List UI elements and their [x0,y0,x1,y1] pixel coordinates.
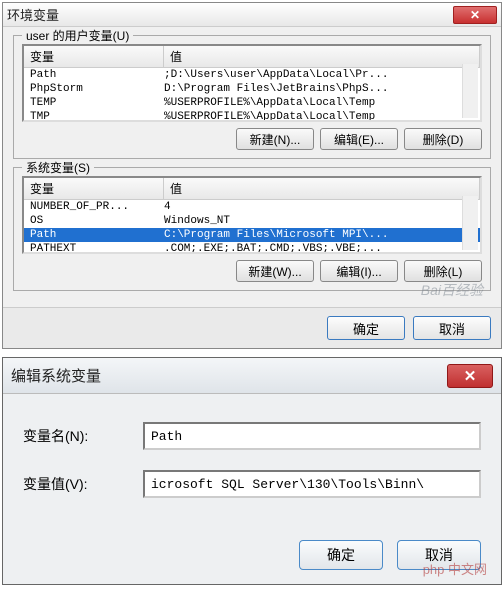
list-header: 变量 值 [24,46,480,68]
close-icon: ✕ [464,367,477,385]
edit-user-var-button[interactable]: 编辑(E)... [320,128,398,150]
close-icon: ✕ [470,8,480,22]
list-row[interactable]: OSWindows_NT [24,214,480,228]
list-row[interactable]: NUMBER_OF_PR...4 [24,200,480,214]
ok-button[interactable]: 确定 [327,316,405,340]
cancel-button[interactable]: 取消 [397,540,481,570]
sys-group-label: 系统变量(S) [22,159,94,176]
env-vars-dialog: 环境变量 ✕ user 的用户变量(U) 变量 值 Path;D:\Users\… [2,2,502,349]
col-value[interactable]: 值 [164,178,480,199]
list-row[interactable]: PhpStormD:\Program Files\JetBrains\PhpS.… [24,82,480,96]
col-variable[interactable]: 变量 [24,178,164,199]
scrollbar[interactable] [462,196,478,250]
dialog-body: user 的用户变量(U) 变量 值 Path;D:\Users\user\Ap… [3,27,501,307]
delete-user-var-button[interactable]: 删除(D) [404,128,482,150]
title-text: 环境变量 [7,5,453,24]
scrollbar[interactable] [462,64,478,118]
dialog-body: 变量名(N): 变量值(V): [3,394,501,534]
col-variable[interactable]: 变量 [24,46,164,67]
list-row[interactable]: TMP%USERPROFILE%\AppData\Local\Temp [24,110,480,122]
new-sys-var-button[interactable]: 新建(W)... [236,260,314,282]
close-button[interactable]: ✕ [447,364,493,388]
ok-button[interactable]: 确定 [299,540,383,570]
titlebar[interactable]: 编辑系统变量 ✕ [3,358,501,394]
sys-vars-group: 系统变量(S) 变量 值 NUMBER_OF_PR...4 OSWindows_… [13,167,491,291]
list-row[interactable]: PATHEXT.COM;.EXE;.BAT;.CMD;.VBS;.VBE;... [24,242,480,254]
user-vars-group: user 的用户变量(U) 变量 值 Path;D:\Users\user\Ap… [13,35,491,159]
close-button[interactable]: ✕ [453,6,497,24]
col-value[interactable]: 值 [164,46,480,67]
var-name-input[interactable] [143,422,481,450]
dialog-footer: 确定 取消 [3,534,501,584]
sys-vars-list[interactable]: 变量 值 NUMBER_OF_PR...4 OSWindows_NT PathC… [22,176,482,254]
list-row[interactable]: Path;D:\Users\user\AppData\Local\Pr... [24,68,480,82]
var-name-label: 变量名(N): [23,426,143,446]
titlebar[interactable]: 环境变量 ✕ [3,3,501,27]
new-user-var-button[interactable]: 新建(N)... [236,128,314,150]
var-name-row: 变量名(N): [23,422,481,450]
user-vars-list[interactable]: 变量 值 Path;D:\Users\user\AppData\Local\Pr… [22,44,482,122]
edit-sys-var-dialog: 编辑系统变量 ✕ 变量名(N): 变量值(V): 确定 取消 php 中文网 [2,357,502,585]
dialog-footer: 确定 取消 [3,307,501,348]
var-value-row: 变量值(V): [23,470,481,498]
title-text: 编辑系统变量 [11,365,447,386]
user-list-body: Path;D:\Users\user\AppData\Local\Pr... P… [24,68,480,122]
list-row-selected[interactable]: PathC:\Program Files\Microsoft MPI\... [24,228,480,242]
var-value-label: 变量值(V): [23,474,143,494]
cancel-button[interactable]: 取消 [413,316,491,340]
sys-buttons: 新建(W)... 编辑(I)... 删除(L) [22,260,482,282]
list-header: 变量 值 [24,178,480,200]
user-buttons: 新建(N)... 编辑(E)... 删除(D) [22,128,482,150]
list-row[interactable]: TEMP%USERPROFILE%\AppData\Local\Temp [24,96,480,110]
var-value-input[interactable] [143,470,481,498]
user-group-label: user 的用户变量(U) [22,27,133,44]
delete-sys-var-button[interactable]: 删除(L) [404,260,482,282]
edit-sys-var-button[interactable]: 编辑(I)... [320,260,398,282]
sys-list-body: NUMBER_OF_PR...4 OSWindows_NT PathC:\Pro… [24,200,480,254]
